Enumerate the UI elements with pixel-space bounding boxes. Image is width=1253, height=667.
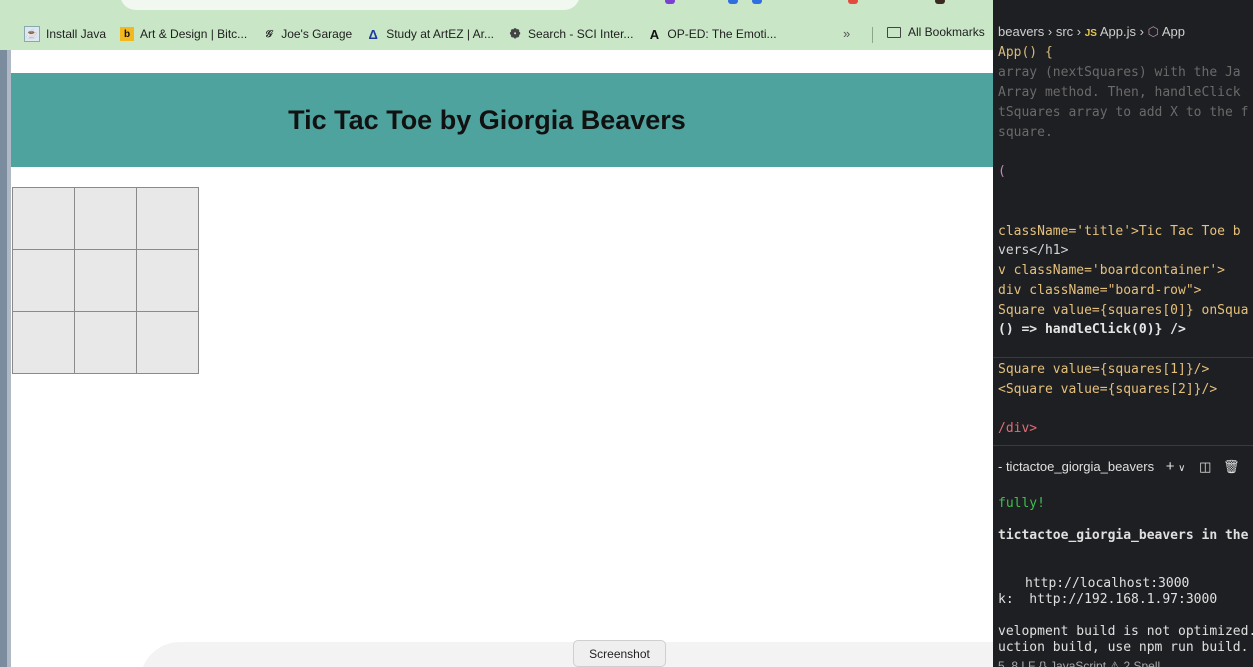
- title-banner: Tic Tac Toe by Giorgia Beavers: [11, 73, 993, 167]
- browser-window: ☕ Install Java b Art & Design | Bitc... …: [0, 0, 993, 667]
- status-bar: 5, 8 LF {} JavaScript ⚠ 2 Spell: [998, 659, 1161, 667]
- all-bookmarks-label: All Bookmarks: [908, 25, 985, 39]
- board-square[interactable]: [74, 311, 137, 374]
- code-divider: [993, 357, 1253, 358]
- breadcrumb: beavers › src › JS App.js › ⬡ App: [998, 24, 1185, 40]
- profile-avatar-icon[interactable]: [935, 0, 945, 4]
- terminal-line: tictactoe_giorgia_beavers in the b: [998, 528, 1253, 543]
- active-tab[interactable]: [120, 0, 580, 10]
- all-bookmarks-button[interactable]: All Bookmarks: [887, 25, 985, 39]
- screenshot-tooltip: Screenshot: [573, 640, 666, 667]
- terminal-line: velopment build is not optimized.: [998, 624, 1253, 639]
- board-square[interactable]: [12, 187, 75, 250]
- extension-icon[interactable]: [848, 0, 858, 4]
- plus-icon[interactable]: +: [1166, 458, 1175, 475]
- terminal-line: uction build, use npm run build.: [998, 640, 1249, 655]
- bookmark-joes-garage[interactable]: 𝒢 Joe's Garage: [261, 27, 353, 41]
- sci-icon: ❁: [509, 26, 521, 41]
- bookmark-art-design[interactable]: b Art & Design | Bitc...: [120, 27, 247, 41]
- board-row: [12, 311, 199, 374]
- code-line[interactable]: /div>: [998, 421, 1037, 436]
- code-line[interactable]: div className="board-row">: [998, 283, 1202, 298]
- bookmark-label: Search - SCI Inter...: [528, 27, 634, 41]
- terminal-line: k: http://192.168.1.97:3000: [998, 592, 1218, 607]
- extension-icon[interactable]: [665, 0, 675, 4]
- tab-strip: [0, 0, 993, 14]
- bookmark-artez[interactable]: Δ Study at ArtEZ | Ar...: [366, 26, 495, 42]
- folder-icon: [887, 26, 901, 38]
- board-square[interactable]: [12, 249, 75, 312]
- bookmarks-overflow-button[interactable]: »: [843, 26, 850, 41]
- chevron-right-icon: ›: [1047, 24, 1056, 39]
- code-line[interactable]: Square value={squares[0]} onSqua: [998, 303, 1248, 318]
- chevron-down-icon[interactable]: ∨: [1178, 463, 1185, 474]
- code-line[interactable]: square.: [998, 125, 1053, 140]
- chevron-right-icon: ›: [1139, 24, 1148, 39]
- code-line[interactable]: Array method. Then, handleClick: [998, 85, 1241, 100]
- bookmark-label: Art & Design | Bitc...: [140, 27, 248, 41]
- garage-icon: 𝒢: [264, 28, 272, 40]
- code-line[interactable]: className='title'>Tic Tac Toe b: [998, 224, 1241, 239]
- bookmark-label: Study at ArtEZ | Ar...: [386, 27, 495, 41]
- panel-divider: [993, 445, 1253, 446]
- terminal-line: fully!: [998, 496, 1045, 511]
- board-row: [12, 187, 199, 250]
- js-file-icon: JS: [1084, 28, 1097, 39]
- code-line[interactable]: array (nextSquares) with the Ja: [998, 65, 1241, 80]
- breadcrumb-item[interactable]: App.js: [1100, 24, 1136, 39]
- extension-icon[interactable]: [752, 0, 762, 4]
- terminal-line: http://localhost:3000: [1025, 576, 1190, 591]
- trash-icon[interactable]: 🗑: [1223, 459, 1240, 474]
- board-square[interactable]: [136, 311, 199, 374]
- bookmark-install-java[interactable]: ☕ Install Java: [24, 26, 106, 42]
- terminal-header: - tictactoe_giorgia_beavers + ∨ ◫ 🗑: [998, 458, 1240, 475]
- code-line[interactable]: (: [998, 164, 1006, 179]
- split-icon[interactable]: ◫: [1199, 459, 1211, 474]
- bookmark-op-ed[interactable]: A OP-ED: The Emoti...: [647, 26, 777, 42]
- breadcrumb-item[interactable]: src: [1056, 24, 1073, 39]
- bookmark-label: Install Java: [46, 27, 107, 41]
- breadcrumb-item[interactable]: beavers: [998, 24, 1044, 39]
- code-line[interactable]: v className='boardcontainer'>: [998, 263, 1225, 278]
- window-edge: [0, 50, 7, 667]
- code-line[interactable]: <Square value={squares[2]}/>: [998, 382, 1217, 397]
- java-icon: ☕: [24, 26, 40, 42]
- code-line[interactable]: () => handleClick(0)} />: [998, 322, 1186, 337]
- code-line[interactable]: Square value={squares[1]}/>: [998, 362, 1209, 377]
- board-square[interactable]: [74, 249, 137, 312]
- breadcrumb-item[interactable]: App: [1162, 24, 1185, 39]
- page-title: Tic Tac Toe by Giorgia Beavers: [288, 104, 686, 135]
- code-line[interactable]: App() {: [998, 45, 1053, 60]
- dock-shadow: [140, 642, 993, 667]
- terminal-tab-label[interactable]: - tictactoe_giorgia_beavers: [998, 459, 1154, 474]
- chevron-right-icon: ›: [1076, 24, 1085, 39]
- b-logo-icon: b: [120, 27, 135, 41]
- board-square[interactable]: [12, 311, 75, 374]
- board-square[interactable]: [136, 249, 199, 312]
- board-square[interactable]: [74, 187, 137, 250]
- bookmarks-divider: [872, 27, 873, 43]
- artez-icon: Δ: [368, 26, 378, 42]
- code-line[interactable]: vers</h1>: [998, 243, 1068, 258]
- board-square[interactable]: [136, 187, 199, 250]
- extension-icon[interactable]: [728, 0, 738, 4]
- code-editor-panel: beavers › src › JS App.js › ⬡ App App() …: [993, 0, 1253, 667]
- bookmark-label: OP-ED: The Emoti...: [667, 27, 777, 41]
- board-row: [12, 249, 199, 312]
- bookmark-label: Joe's Garage: [281, 27, 353, 41]
- code-line[interactable]: tSquares array to add X to the f: [998, 105, 1248, 120]
- bookmark-sci-search[interactable]: ❁ Search - SCI Inter...: [508, 26, 634, 41]
- a-logo-icon: A: [649, 26, 660, 42]
- tic-tac-toe-board: [12, 187, 199, 374]
- cube-icon: ⬡: [1147, 24, 1159, 39]
